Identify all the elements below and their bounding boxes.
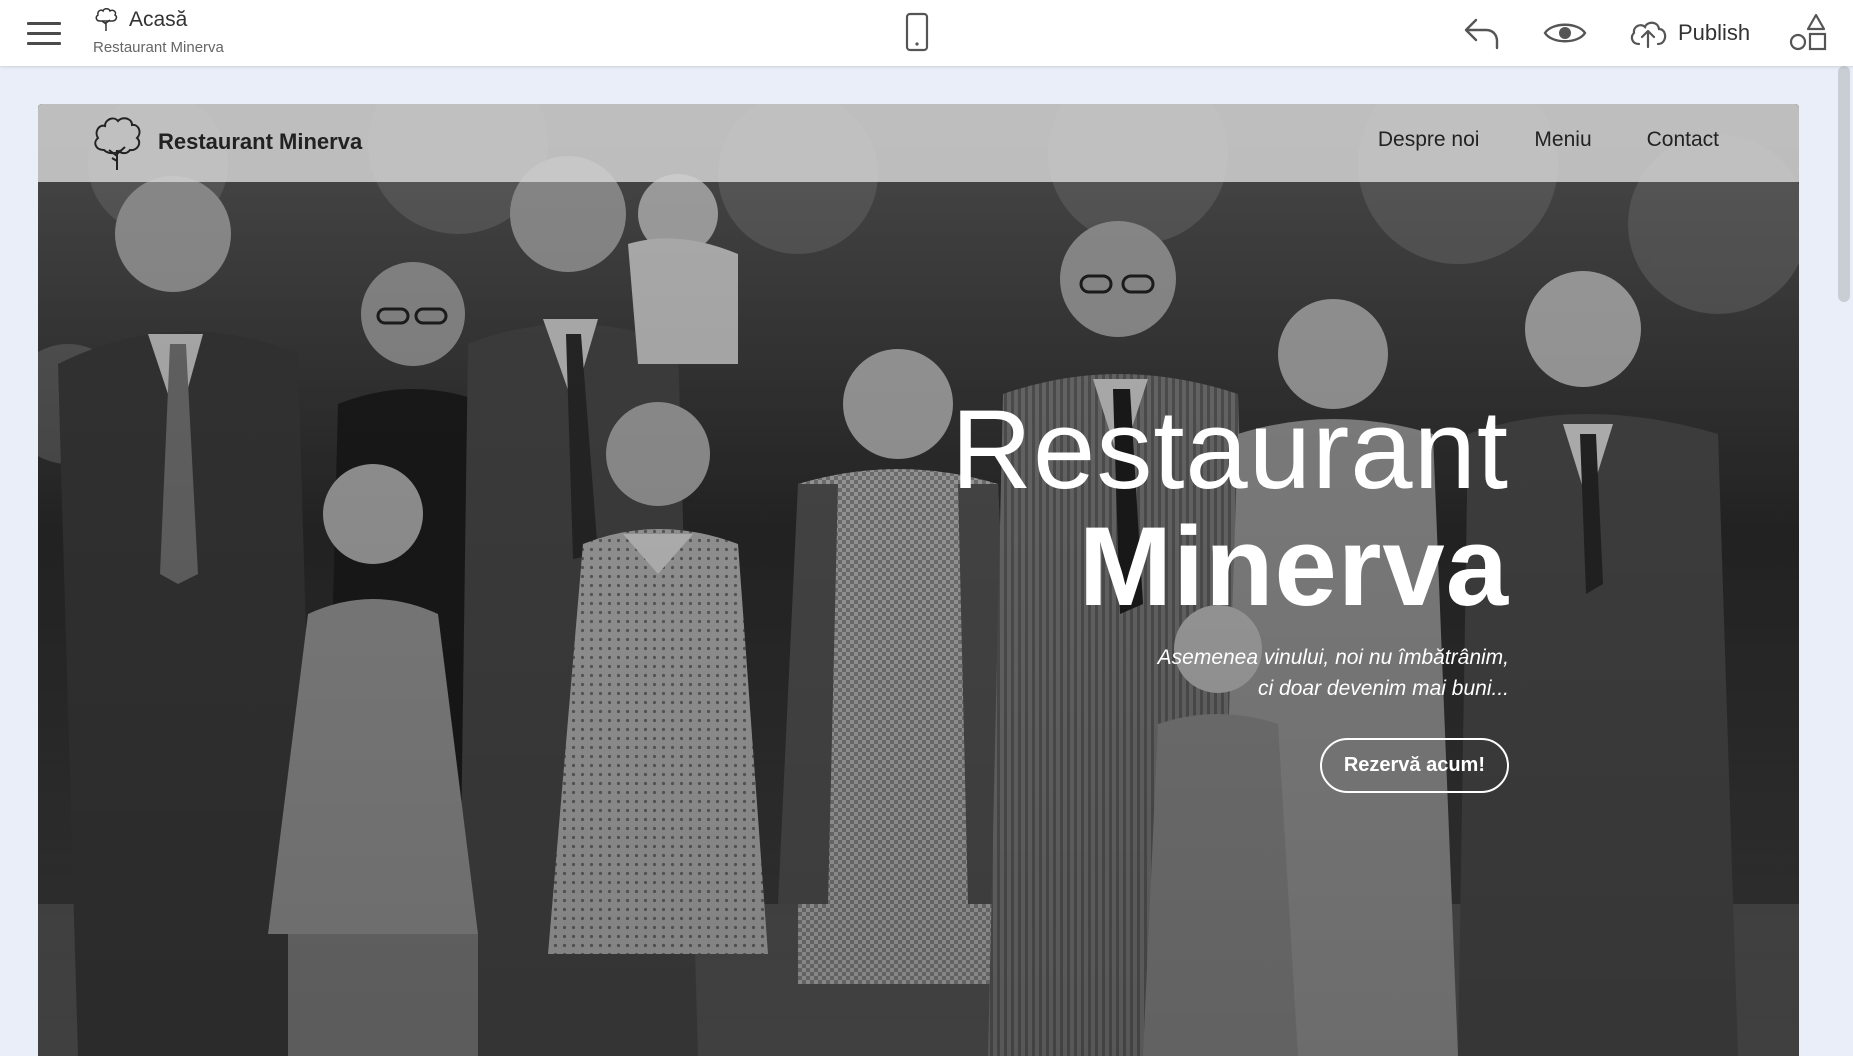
hero-tagline-line2: ci doar devenim mai buni... (1258, 677, 1509, 700)
hamburger-icon[interactable] (24, 18, 64, 48)
publish-label: Publish (1678, 20, 1751, 45)
blocks-shapes-icon[interactable] (1788, 12, 1828, 52)
reserve-now-button[interactable]: Rezervă acum! (1319, 738, 1509, 793)
page-scrollbar[interactable] (1835, 66, 1853, 1056)
site-nav-links: Despre noi Meniu Contact (1378, 128, 1719, 152)
tree-logo-icon[interactable] (90, 114, 144, 172)
nav-link-contact[interactable]: Contact (1647, 128, 1719, 152)
tree-icon (95, 8, 118, 31)
hero-tagline-line1: Asemenea vinului, noi nu îmbătrânim, (1157, 646, 1509, 669)
cloud-upload-icon (1630, 21, 1667, 49)
hero-title-light: Restaurant (951, 387, 1509, 512)
page-selector[interactable]: Acasă Restaurant Minerva (93, 7, 224, 56)
scrollbar-thumb[interactable] (1838, 66, 1850, 302)
site-brand-name[interactable]: Restaurant Minerva (158, 129, 362, 155)
page-title: Acasă (129, 8, 188, 31)
site-name: Restaurant Minerva (93, 39, 224, 56)
hero-overlay (38, 104, 1799, 1056)
hero-title-bold: Minerva (1078, 504, 1509, 629)
mobile-phone-icon[interactable] (902, 12, 932, 52)
hero-content: Restaurant Minerva Asemenea vinului, noi… (951, 394, 1509, 793)
eye-icon[interactable] (1542, 16, 1588, 50)
site-preview-canvas: Restaurant Minerva Despre noi Meniu Cont… (38, 104, 1799, 1056)
publish-button[interactable]: Publish (1628, 12, 1750, 54)
site-navbar: Restaurant Minerva Despre noi Meniu Cont… (38, 104, 1799, 182)
undo-arrow-icon[interactable] (1462, 14, 1502, 52)
editor-topbar: Acasă Restaurant Minerva Publish (0, 0, 1853, 66)
nav-link-meniu[interactable]: Meniu (1534, 128, 1591, 152)
nav-link-despre-noi[interactable]: Despre noi (1378, 128, 1480, 152)
